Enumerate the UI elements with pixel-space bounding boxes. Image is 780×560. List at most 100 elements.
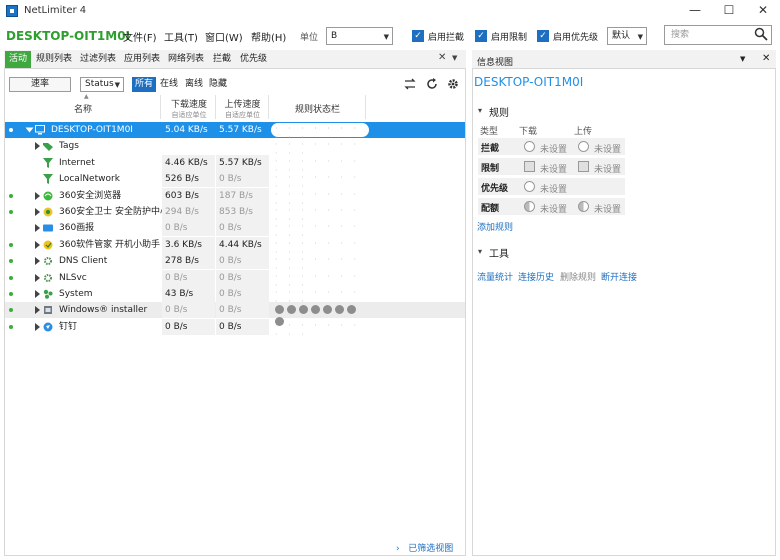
expand-icon[interactable] (35, 257, 40, 266)
tree-row[interactable]: Tags · · · · · · · · · · (5, 138, 465, 158)
refresh-icon[interactable] (425, 77, 439, 91)
connection-history-link[interactable]: 连接历史 (518, 270, 554, 283)
expand-icon[interactable] (35, 322, 40, 331)
tree-row[interactable]: LocalNetwork 526 B/s 0 B/s · · · · · · · · … (5, 171, 465, 191)
rule-status-bar[interactable]: · · · · · · · · · · (271, 123, 369, 142)
tree-row[interactable]: NLSvc 0 B/s 0 B/s · · · · · · · · · · (5, 269, 465, 290)
filtered-view-link[interactable]: › 已筛选视图 (396, 541, 453, 554)
menu-help[interactable]: 帮助(H) (251, 29, 286, 44)
rule-status-bar[interactable]: · · · · · · · · · · (271, 171, 369, 191)
column-rules-label: 规则状态栏 (294, 105, 340, 115)
tab-filter-list[interactable]: 过滤列表 (76, 51, 120, 68)
column-header-upload[interactable]: 上传速度 自适应单位 (217, 95, 269, 119)
search-icon[interactable] (754, 27, 768, 41)
expand-icon[interactable] (35, 290, 40, 298)
rule-type-label: 配额 (481, 204, 500, 214)
chevron-down-icon[interactable]: ▼ (740, 55, 745, 63)
segment-online[interactable]: 在线 (157, 77, 181, 92)
tab-network-list[interactable]: 网络列表 (164, 51, 208, 68)
tab-block[interactable]: 拦截 (209, 51, 235, 68)
rule-status-bar[interactable]: · · · · · · · · · · (271, 237, 369, 257)
rule-status-bar[interactable]: · · · · · · · · · · (271, 253, 369, 273)
radio-icon[interactable] (524, 181, 535, 192)
expand-icon[interactable] (35, 224, 40, 233)
rule-status-bar[interactable]: · · · · · · · · · · (271, 204, 369, 224)
mode-select[interactable]: 默认 ▼ (607, 27, 647, 45)
maximize-button[interactable]: ☐ (712, 0, 746, 22)
traffic-stats-link[interactable]: 流量统计 (477, 270, 513, 283)
rule-status-bar[interactable]: · · · · · · · · · · (271, 188, 369, 208)
tab-app-list[interactable]: 应用列表 (120, 51, 164, 68)
row-name: LocalNetwork (59, 174, 120, 185)
rule-state-icon[interactable] (347, 305, 356, 315)
close-icon[interactable]: ✕ (762, 53, 770, 64)
tab-activity[interactable]: 活动 (5, 51, 32, 68)
rule-status-bar[interactable]: · · · · · · · · · · (271, 220, 369, 240)
section-collapse-icon[interactable]: ▾ (478, 106, 482, 115)
rule-status-bar[interactable]: · · · · · · · · · · (271, 286, 369, 306)
radio-icon[interactable] (578, 141, 589, 152)
tree-row[interactable]: Windows® installer 0 B/s 0 B/s (5, 302, 465, 327)
quota-icon[interactable] (578, 201, 589, 212)
expand-icon[interactable] (35, 240, 40, 249)
section-collapse-icon[interactable]: ▾ (478, 247, 482, 256)
rule-state-icon[interactable] (323, 305, 332, 315)
tree-row[interactable]: 360安全浏览器 603 B/s 187 B/s · · · · · · · · · … (5, 187, 465, 208)
rule-state-icon[interactable] (299, 305, 308, 315)
unit-select[interactable]: B ▼ (326, 27, 393, 45)
close-button[interactable]: ✕ (746, 0, 780, 22)
segment-offline[interactable]: 离线 (182, 77, 206, 92)
menu-file[interactable]: 文件(F) (123, 29, 157, 44)
rule-state-icon[interactable] (275, 305, 284, 315)
expand-icon[interactable] (35, 208, 40, 216)
tree-row[interactable]: System 43 B/s0 B/s· · · · · · · · · · (5, 286, 465, 306)
minimize-button[interactable]: — (678, 0, 712, 22)
chevron-down-icon[interactable]: ▼ (452, 54, 457, 62)
tree-row[interactable]: 钉钉 0 B/s 0 B/s · · · · · · · · · · (5, 318, 465, 339)
expand-icon[interactable] (35, 191, 40, 200)
segment-all[interactable]: 所有 (132, 77, 157, 92)
segment-hidden[interactable]: 隐藏 (206, 77, 230, 92)
expanded-icon[interactable] (25, 127, 34, 133)
rule-status-bar[interactable]: · · · · · · · · · · (271, 270, 369, 290)
tree-row-selected[interactable]: DESKTOP-OIT1M0I 5.04 KB/s 5.57 KB/s · · · ·… (5, 122, 465, 142)
status-select[interactable]: Status ▼ (80, 77, 124, 92)
tree-row[interactable]: Internet 4.46 KB/s 5.57 KB/s · · · · · · · … (5, 154, 465, 175)
rule-status-bar[interactable]: · · · · · · · · · · (271, 155, 369, 175)
rule-state-icon[interactable] (311, 305, 320, 315)
row-name: NLSvc (59, 272, 87, 283)
enable-limit-checkbox[interactable]: ✓ (475, 30, 487, 42)
expand-icon[interactable] (35, 142, 40, 151)
enable-block-checkbox[interactable]: ✓ (412, 30, 424, 42)
rate-filter-button[interactable]: 速率 (9, 77, 71, 92)
limit-box-icon[interactable] (578, 161, 589, 172)
close-icon[interactable]: ✕ (438, 52, 446, 63)
delete-rule-link[interactable]: 删除规则 (560, 270, 596, 283)
quota-icon[interactable] (524, 201, 535, 212)
tree-row[interactable]: 360画报 0 B/s 0 B/s · · · · · · · · · · (5, 220, 465, 240)
add-rule-link[interactable]: 添加规则 (477, 220, 513, 233)
column-header-rules[interactable]: 规则状态栏 (270, 95, 366, 119)
expand-icon[interactable] (35, 306, 40, 315)
tab-priority[interactable]: 优先级 (236, 51, 271, 68)
column-header-download[interactable]: 下载速度 自适应单位 (163, 95, 216, 119)
enable-priority-checkbox[interactable]: ✓ (537, 30, 549, 42)
radio-icon[interactable] (524, 141, 535, 152)
limit-box-icon[interactable] (524, 161, 535, 172)
tree-row[interactable]: 360安全卫士 安全防护中心模块294 B/s853 B/s· · · · · … (5, 204, 465, 224)
collapse-icon[interactable] (403, 77, 417, 91)
gear-icon[interactable] (446, 77, 460, 91)
rule-status-bar[interactable]: · · · · · · · · · · (271, 319, 369, 339)
tree-row[interactable]: DNS Client 278 B/s 0 B/s · · · · · · · · · … (5, 253, 465, 273)
row-upload-rate: 0 B/s (216, 286, 269, 302)
rule-state-icon[interactable] (335, 305, 344, 315)
tab-rule-list[interactable]: 规则列表 (32, 51, 76, 68)
menu-tools[interactable]: 工具(T) (164, 29, 198, 44)
disconnect-link[interactable]: 断开连接 (601, 270, 637, 283)
expand-icon[interactable] (35, 273, 40, 282)
rule-status-bar[interactable] (271, 302, 369, 327)
tree-row[interactable]: 360软件管家 开机小助手 3.6 KB/s 4.44 KB/s · · · · · … (5, 236, 465, 257)
menu-window[interactable]: 窗口(W) (205, 29, 243, 44)
rule-state-icon[interactable] (287, 305, 296, 315)
rule-status-bar[interactable]: · · · · · · · · · · (271, 138, 369, 158)
